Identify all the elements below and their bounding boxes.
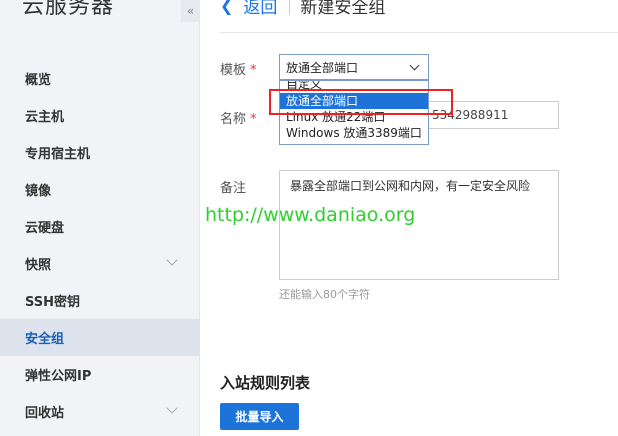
inbound-rules-title: 入站规则列表 bbox=[220, 374, 311, 392]
chevron-down-icon bbox=[409, 60, 420, 71]
name-value: 5342988911 bbox=[432, 108, 509, 122]
sidebar-item-label: SSH密钥 bbox=[25, 295, 81, 310]
sidebar-item-overview[interactable]: 概览 bbox=[0, 60, 200, 97]
template-option-custom[interactable]: 自定义 bbox=[280, 81, 428, 93]
sidebar-item-label: 云硬盘 bbox=[25, 221, 65, 236]
sidebar-item-disks[interactable]: 云硬盘 bbox=[0, 208, 200, 245]
back-link[interactable]: 返回 bbox=[243, 0, 277, 18]
sidebar-item-label: 概览 bbox=[25, 73, 52, 88]
sidebar-item-label: 弹性公网IP bbox=[25, 369, 92, 384]
template-label: 模板 * bbox=[220, 63, 257, 78]
sidebar-item-instances[interactable]: 云主机 bbox=[0, 97, 200, 134]
sidebar-item-label: 快照 bbox=[25, 258, 52, 273]
template-option-linux-22[interactable]: Linux 放通22端口 bbox=[280, 109, 428, 125]
template-select[interactable]: 放通全部端口 bbox=[279, 54, 429, 80]
note-label: 备注 bbox=[220, 181, 247, 196]
sidebar-item-label: 回收站 bbox=[25, 406, 65, 421]
sidebar: 云服务器 « 概览 云主机 专用宿主机 镜像 云硬盘 快照 SSH密钥 安全组 … bbox=[0, 0, 200, 436]
sidebar-item-label: 专用宿主机 bbox=[25, 147, 91, 162]
sidebar-item-recycle-bin[interactable]: 回收站 bbox=[0, 393, 200, 430]
watermark-text: http://www.daniao.org bbox=[205, 204, 416, 226]
header-divider-line bbox=[220, 32, 618, 33]
name-input[interactable]: 5342988911 bbox=[425, 101, 559, 129]
sidebar-title: 云服务器 bbox=[22, 0, 115, 19]
sidebar-item-dedicated-hosts[interactable]: 专用宿主机 bbox=[0, 134, 200, 171]
sidebar-item-images[interactable]: 镜像 bbox=[0, 171, 200, 208]
sidebar-item-ssh-keys[interactable]: SSH密钥 bbox=[0, 282, 200, 319]
header-divider bbox=[289, 0, 291, 15]
template-selected-value: 放通全部端口 bbox=[286, 60, 359, 75]
page-title: 新建安全组 bbox=[300, 0, 386, 18]
sidebar-item-security-groups[interactable]: 安全组 bbox=[0, 319, 200, 356]
chevron-down-icon bbox=[166, 254, 178, 266]
page-header: ❮ 返回 新建安全组 bbox=[220, 0, 385, 20]
sidebar-nav: 概览 云主机 专用宿主机 镜像 云硬盘 快照 SSH密钥 安全组 弹性公网IP … bbox=[0, 60, 200, 430]
name-label: 名称 * bbox=[220, 112, 257, 127]
template-dropdown: 自定义 放通全部端口 Linux 放通22端口 Windows 放通3389端口 bbox=[279, 80, 429, 145]
sidebar-item-label: 镜像 bbox=[25, 184, 52, 199]
note-char-hint: 还能输入80个字符 bbox=[279, 288, 370, 301]
main-content: ❮ 返回 新建安全组 模板 * 放通全部端口 名称 * 5342988911 自定义… bbox=[200, 0, 618, 436]
sidebar-item-snapshots[interactable]: 快照 bbox=[0, 245, 200, 282]
required-mark: * bbox=[250, 63, 257, 78]
collapse-sidebar-icon[interactable]: « bbox=[181, 0, 200, 22]
back-arrow-icon[interactable]: ❮ bbox=[220, 0, 233, 15]
sidebar-item-elastic-ip[interactable]: 弹性公网IP bbox=[0, 356, 200, 393]
required-mark: * bbox=[250, 112, 257, 127]
chevron-down-icon bbox=[166, 402, 178, 414]
sidebar-item-label: 安全组 bbox=[25, 332, 65, 347]
template-option-windows-3389[interactable]: Windows 放通3389端口 bbox=[280, 125, 428, 141]
sidebar-item-label: 云主机 bbox=[25, 110, 65, 125]
batch-import-button[interactable]: 批量导入 bbox=[220, 403, 299, 430]
template-option-all-ports[interactable]: 放通全部端口 bbox=[280, 93, 428, 109]
